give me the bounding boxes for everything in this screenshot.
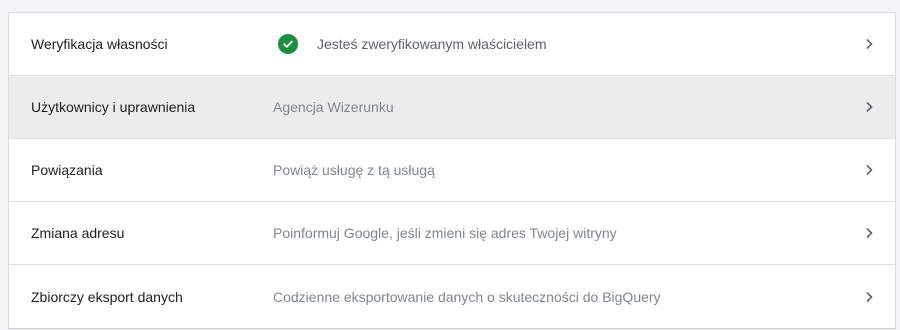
chevron-right-icon[interactable] xyxy=(861,36,877,52)
row-value: Powiąż usługę z tą usługą xyxy=(273,162,435,178)
settings-row-change-of-address[interactable]: Zmiana adresu Poinformuj Google, jeśli z… xyxy=(9,202,895,265)
chevron-right-icon[interactable] xyxy=(861,289,877,305)
row-label: Zmiana adresu xyxy=(31,225,125,241)
row-value-text: Poinformuj Google, jeśli zmieni się adre… xyxy=(273,225,617,241)
row-value-text: Jesteś zweryfikowanym właścicielem xyxy=(317,36,547,52)
row-label: Weryfikacja własności xyxy=(31,36,168,52)
row-value: Codzienne eksportowanie danych o skutecz… xyxy=(273,289,661,305)
row-label: Zbiorczy eksport danych xyxy=(31,288,183,305)
row-value-text: Codzienne eksportowanie danych o skutecz… xyxy=(273,288,661,305)
check-circle-icon xyxy=(278,34,298,54)
settings-row-users-permissions[interactable]: Użytkownicy i uprawnienia Agencja Wizeru… xyxy=(9,76,895,139)
settings-row-associations[interactable]: Powiązania Powiąż usługę z tą usługą xyxy=(9,139,895,202)
chevron-right-icon[interactable] xyxy=(861,99,877,115)
row-value: Jesteś zweryfikowanym właścicielem xyxy=(273,34,547,54)
row-label: Powiązania xyxy=(31,162,103,178)
settings-row-bulk-data-export[interactable]: Zbiorczy eksport danych Codzienne ekspor… xyxy=(9,265,895,328)
chevron-right-icon[interactable] xyxy=(861,225,877,241)
settings-list: Weryfikacja własności Jesteś zweryfikowa… xyxy=(8,12,896,329)
row-value: Poinformuj Google, jeśli zmieni się adre… xyxy=(273,225,617,241)
row-label: Użytkownicy i uprawnienia xyxy=(31,99,196,115)
row-value-text: Powiąż usługę z tą usługą xyxy=(273,162,435,178)
row-value-text: Agencja Wizerunku xyxy=(273,99,394,115)
chevron-right-icon[interactable] xyxy=(861,162,877,178)
row-value: Agencja Wizerunku xyxy=(273,99,394,115)
settings-row-ownership-verification[interactable]: Weryfikacja własności Jesteś zweryfikowa… xyxy=(9,13,895,76)
